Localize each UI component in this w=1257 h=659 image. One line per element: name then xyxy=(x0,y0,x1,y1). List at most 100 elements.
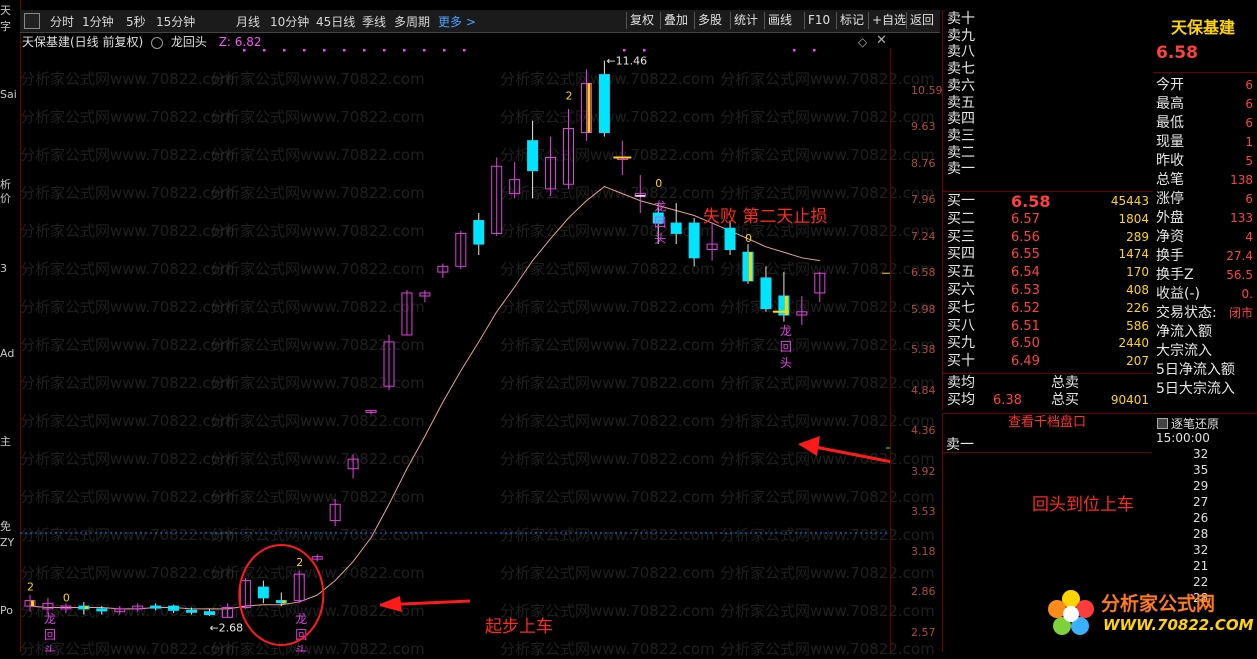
period-tab[interactable]: 分时 xyxy=(50,13,74,30)
dragon-label-2: 龙 xyxy=(295,612,307,626)
toolbar-button[interactable]: 复权 xyxy=(626,12,657,29)
signal-number-2: 2 xyxy=(296,556,303,569)
period-tab[interactable]: 45日线 xyxy=(316,13,355,30)
dragon-label-3: 头 xyxy=(654,231,666,245)
signal-number-0: 0 xyxy=(745,232,752,245)
stock-stat-value: 闭市 xyxy=(1228,306,1253,320)
dragon-label-3: 回 xyxy=(654,215,666,229)
sell-level-label: 卖二 xyxy=(947,144,975,161)
buy-level-label: 买十 xyxy=(947,353,975,370)
total-buy-label: 总买 xyxy=(1051,392,1079,408)
more-periods-link[interactable]: 更多 > xyxy=(438,13,476,30)
stock-stat-label: 交易状态: xyxy=(1156,305,1217,321)
signal-dot xyxy=(343,49,346,52)
candle-body xyxy=(168,605,180,611)
buy-level-price: 6.52 xyxy=(1011,300,1040,316)
signal-dot xyxy=(283,49,286,52)
stock-stat-value: 133 xyxy=(1230,211,1253,225)
dragon-label-1: 龙 xyxy=(44,612,56,626)
toolbar-button[interactable]: 标记 xyxy=(836,12,867,29)
note-fail: 失败 第二天止损 xyxy=(703,207,828,227)
period-tab[interactable]: 季线 xyxy=(362,13,386,30)
indicator-name[interactable]: 龙回头 xyxy=(171,35,207,49)
dragon-label-3: 龙 xyxy=(654,199,666,213)
candle-body xyxy=(96,608,108,612)
settings-icon[interactable] xyxy=(1157,418,1168,429)
chart-header: 天保基建(日线 前复权) 龙回头 Z: 6.82 xyxy=(22,33,261,49)
buy-level-price: 6.49 xyxy=(1011,354,1040,370)
stock-stat-value: 1 xyxy=(1245,135,1253,149)
kline-chart: ↓←11.46←2.68222000龙回头龙回头龙回头龙回头 xyxy=(20,49,890,652)
candle-body xyxy=(760,277,772,310)
buy-level-volume: 2440 xyxy=(1118,336,1149,351)
buy-level-volume: 226 xyxy=(1126,300,1149,315)
dragon-label-4: 头 xyxy=(780,356,792,370)
buy-level-volume: 207 xyxy=(1126,354,1149,369)
toolbar-button[interactable]: 画线 xyxy=(764,12,795,29)
strip-label: ZY xyxy=(0,536,15,549)
period-tab[interactable]: 月线 xyxy=(236,13,260,30)
sell-level-label: 卖四 xyxy=(947,111,975,128)
price-label: 4.84 xyxy=(911,383,936,397)
period-tab[interactable]: 5秒 xyxy=(126,13,146,30)
toolbar-button[interactable]: 统计 xyxy=(730,12,761,29)
buy-level-price: 6.54 xyxy=(1011,265,1040,281)
buy-level-label: 买六 xyxy=(947,282,975,298)
flower-logo-icon xyxy=(1048,590,1094,635)
tick-volume: 35 xyxy=(1193,463,1209,477)
site-logo: 分析家公式网 WWW.70822.COM xyxy=(1045,585,1254,640)
stock-stat-label: 大宗流入 xyxy=(1156,343,1212,359)
view-depth-link[interactable]: 查看千档盘口 xyxy=(942,413,1152,432)
buy-level-volume: 1474 xyxy=(1118,247,1149,262)
order-book-panel: 卖十 卖九 卖八 卖七 卖六 卖五 卖四 卖三 卖二 卖一 买一 6.58 45443 买二 6.57 180… xyxy=(942,10,1153,410)
toolbar-button[interactable]: 返回 xyxy=(906,12,937,29)
strip-label: 主 xyxy=(0,435,11,448)
period-tab[interactable]: 多周期 xyxy=(394,13,430,30)
panel-border xyxy=(942,413,943,652)
price-label: 2.57 xyxy=(911,626,936,640)
price-label: 3.18 xyxy=(911,544,936,558)
dropdown-icon[interactable] xyxy=(151,36,164,49)
collapse-icon[interactable]: ◇ xyxy=(858,35,867,49)
period-tab[interactable]: 10分钟 xyxy=(270,13,309,30)
stock-stat-value: 27.4 xyxy=(1226,249,1253,263)
period-tab[interactable]: 1分钟 xyxy=(82,13,114,30)
buy-level-volume: 408 xyxy=(1126,283,1149,297)
strip-label: Po xyxy=(0,604,13,617)
buy-level-price: 6.53 xyxy=(1011,283,1040,298)
toolbar-button[interactable]: F10 xyxy=(804,12,833,29)
price-label: 5.98 xyxy=(911,302,936,316)
toolbar-button[interactable]: 多股 xyxy=(694,12,725,29)
buy-level-volume: 586 xyxy=(1126,318,1149,333)
stock-price: 6.58 xyxy=(1156,43,1198,63)
signal-bar xyxy=(282,600,286,604)
stock-stat-value: 5 xyxy=(1245,154,1253,168)
buy-level-volume: 45443 xyxy=(1110,194,1149,208)
stock-stat-label: 最低 xyxy=(1156,115,1184,131)
stock-info-panel: 天保基建 6.58 今开 6 最高 6 最低 6 现量 1 昨收 5 总笔 138 涨停 6 外盘 133 净资 4 换… xyxy=(1153,10,1257,410)
toolbar-button[interactable]: +自选 xyxy=(868,12,909,29)
stock-stat-value: 6 xyxy=(1245,116,1253,130)
tick-time: 15:00:00 xyxy=(1156,431,1210,445)
stock-stat-label: 外盘 xyxy=(1156,210,1184,226)
sell-one-label: 卖一 xyxy=(946,437,974,453)
sell-level-label: 卖五 xyxy=(947,94,975,111)
stock-stat-label: 最高 xyxy=(1156,96,1184,112)
strip-label: 字 xyxy=(0,20,11,33)
stock-stat-label: 收益(-) xyxy=(1156,286,1200,302)
window-icon[interactable] xyxy=(24,13,40,29)
stock-stat-label: 5日净流入额 xyxy=(1156,362,1235,378)
stock-stat-label: 净流入额 xyxy=(1156,324,1212,340)
dragon-label-1: 回 xyxy=(44,628,56,642)
note-start: 起步上车 xyxy=(485,617,553,637)
period-tab[interactable]: 15分钟 xyxy=(156,13,195,30)
signal-bar xyxy=(749,252,752,281)
toolbar-button[interactable]: 叠加 xyxy=(660,12,691,29)
tick-list-title[interactable]: 逐笔还原 xyxy=(1171,415,1219,432)
tick-volume: 32 xyxy=(1193,543,1209,557)
close-icon[interactable]: ✕ xyxy=(876,33,887,48)
dragon-label-4: 龙 xyxy=(780,324,792,338)
buy-level-price: 6.50 xyxy=(1011,336,1040,352)
signal-dot xyxy=(463,49,466,52)
price-label: 4.36 xyxy=(911,423,936,437)
